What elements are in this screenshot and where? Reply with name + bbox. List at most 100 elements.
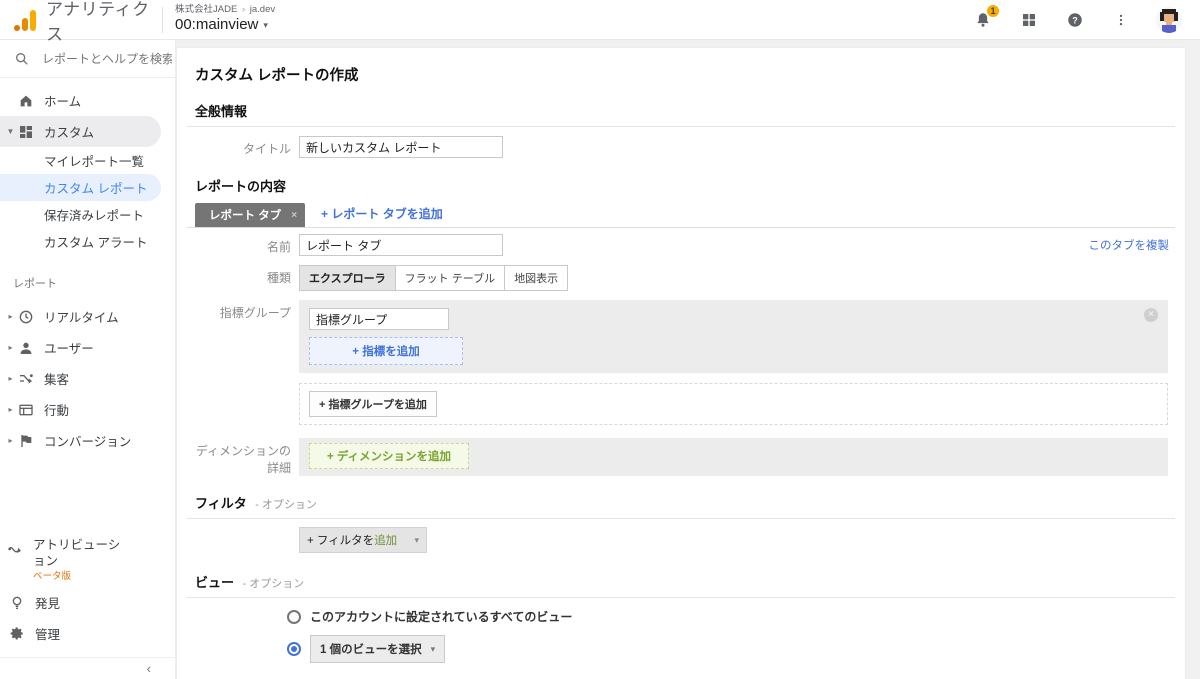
sidebar-item-saved-reports[interactable]: 保存済みレポート bbox=[0, 201, 161, 228]
content-card: カスタム レポートの作成 全般情報 タイトル レポートの内容 レポート タブ ×… bbox=[177, 48, 1185, 679]
sidebar-item-conversions[interactable]: ▸ コンバージョン bbox=[0, 425, 161, 456]
radio-select-views[interactable] bbox=[287, 642, 301, 656]
close-tab-icon[interactable]: × bbox=[291, 210, 297, 221]
product-name: アナリティクス bbox=[46, 0, 150, 44]
notifications-button[interactable]: 1 bbox=[972, 3, 1000, 31]
collapse-chevron-icon: ‹ bbox=[146, 661, 151, 676]
user-avatar[interactable] bbox=[1156, 6, 1182, 33]
chevron-down-icon: ▾ bbox=[430, 643, 436, 654]
help-icon: ? bbox=[1068, 12, 1082, 27]
view-select-dropdown[interactable]: 1 個のビューを選択 ▾ bbox=[310, 635, 446, 663]
sidebar-item-admin[interactable]: 管理 bbox=[0, 618, 161, 649]
add-metric-group-button[interactable]: + 指標グループを追加 bbox=[309, 391, 437, 417]
clock-icon bbox=[19, 310, 33, 323]
sidebar-item-custom-reports[interactable]: カスタム レポート bbox=[0, 174, 161, 201]
breadcrumb-account[interactable]: 株式会社JADE bbox=[175, 4, 237, 15]
tab-name-input[interactable] bbox=[299, 234, 503, 256]
metric-group-label: 指標グループ bbox=[219, 306, 291, 320]
sidebar-item-label: カスタム bbox=[44, 126, 95, 140]
expand-arrow-icon[interactable]: ▸ bbox=[5, 312, 16, 321]
radio-all-views-label: このアカウントに設定されているすべてのビュー bbox=[310, 610, 573, 624]
expand-arrow-icon[interactable]: ▸ bbox=[5, 436, 16, 445]
lightbulb-icon bbox=[12, 596, 22, 609]
expand-arrow-icon[interactable]: ▸ bbox=[5, 374, 16, 383]
kebab-menu-icon bbox=[1119, 14, 1123, 25]
person-icon bbox=[20, 342, 32, 354]
metric-group-add-zone: + 指標グループを追加 bbox=[299, 383, 1168, 425]
apps-button[interactable] bbox=[1018, 9, 1040, 31]
sidebar-item-custom[interactable]: ▼ カスタム bbox=[0, 116, 161, 147]
chevron-down-icon: ▾ bbox=[414, 534, 419, 545]
apps-grid-icon bbox=[1023, 13, 1035, 26]
dimension-label: ディメンションの詳細 bbox=[195, 444, 291, 475]
breadcrumb-property[interactable]: ja.dev bbox=[250, 4, 275, 15]
sidebar-collapse-button[interactable]: ‹ bbox=[0, 657, 175, 679]
add-metric-button[interactable]: + 指標を追加 bbox=[309, 337, 463, 365]
add-report-tab-link[interactable]: + レポート タブを追加 bbox=[321, 205, 443, 227]
search-icon bbox=[15, 52, 28, 65]
report-tab[interactable]: レポート タブ × bbox=[195, 203, 306, 227]
analytics-logo-icon bbox=[14, 9, 36, 31]
notification-badge: 1 bbox=[986, 3, 1000, 18]
sidebar-item-discover[interactable]: 発見 bbox=[0, 587, 161, 618]
sidebar-item-label: アトリビューション bbox=[33, 538, 121, 569]
filter-optional-label: - オプション bbox=[255, 499, 317, 511]
sidebar-item-acquisition[interactable]: ▸ 集客 bbox=[0, 363, 161, 394]
metric-group-name-input[interactable] bbox=[309, 308, 449, 330]
sidebar: ホーム ▼ カスタム マイレポート一覧 カスタム レポート 保存済みレポート カ… bbox=[0, 40, 176, 679]
acquisition-icon bbox=[20, 373, 33, 384]
report-title-input[interactable] bbox=[299, 136, 503, 158]
sidebar-item-audience[interactable]: ▸ ユーザー bbox=[0, 332, 161, 363]
metric-group-panel: + 指標を追加 × bbox=[299, 300, 1168, 373]
sidebar-item-custom-alerts[interactable]: カスタム アラート bbox=[0, 228, 161, 255]
collapse-arrow-icon[interactable]: ▼ bbox=[5, 127, 16, 136]
help-button[interactable]: ? bbox=[1064, 9, 1086, 31]
type-flat-table-button[interactable]: フラット テーブル bbox=[394, 265, 506, 291]
avatar-image bbox=[1156, 6, 1182, 33]
expand-arrow-icon[interactable]: ▸ bbox=[5, 343, 16, 352]
view-selector[interactable]: 00:mainview ▾ bbox=[175, 16, 275, 33]
section-view: ビュー bbox=[195, 575, 235, 590]
behavior-icon bbox=[19, 404, 33, 415]
sidebar-item-label: ホーム bbox=[44, 95, 82, 109]
sidebar-item-home[interactable]: ホーム bbox=[0, 85, 161, 116]
sidebar-item-my-reports[interactable]: マイレポート一覧 bbox=[0, 147, 161, 174]
chevron-down-icon: ▾ bbox=[263, 19, 268, 30]
report-tab-bar: レポート タブ × + レポート タブを追加 bbox=[187, 203, 1175, 228]
dimension-panel: + ディメンションを追加 bbox=[299, 438, 1168, 476]
type-explorer-button[interactable]: エクスプローラ bbox=[299, 265, 396, 291]
app-header: アナリティクス 株式会社JADE › ja.dev 00:mainview ▾ … bbox=[0, 0, 1200, 44]
beta-badge: ベータ版 bbox=[33, 570, 72, 582]
title-label: タイトル bbox=[242, 142, 291, 156]
add-dimension-button[interactable]: + ディメンションを追加 bbox=[309, 443, 469, 469]
duplicate-tab-link[interactable]: このタブを複製 bbox=[1089, 237, 1170, 253]
customization-icon bbox=[20, 125, 32, 138]
analytics-logo[interactable]: アナリティクス bbox=[0, 0, 150, 45]
remove-metric-group-icon[interactable]: × bbox=[1144, 308, 1158, 322]
sidebar-item-realtime[interactable]: ▸ リアルタイム bbox=[0, 301, 161, 332]
view-selector-label: 00:mainview bbox=[175, 16, 259, 34]
more-options-button[interactable] bbox=[1110, 9, 1132, 31]
sidebar-item-behavior[interactable]: ▸ 行動 bbox=[0, 394, 161, 425]
section-report-content: レポートの内容 bbox=[195, 179, 287, 194]
view-optional-label: - オプション bbox=[242, 578, 305, 590]
expand-arrow-icon[interactable]: ▸ bbox=[5, 405, 16, 414]
type-map-button[interactable]: 地図表示 bbox=[504, 265, 569, 291]
main-area: カスタム レポートの作成 全般情報 タイトル レポートの内容 レポート タブ ×… bbox=[176, 40, 1200, 679]
search-bar[interactable] bbox=[0, 40, 175, 78]
report-type-segment: エクスプローラ フラット テーブル 地図表示 bbox=[299, 265, 569, 291]
radio-all-views[interactable] bbox=[287, 609, 301, 624]
search-input[interactable] bbox=[42, 51, 172, 66]
section-general-info: 全般情報 bbox=[195, 104, 248, 119]
page-title: カスタム レポートの作成 bbox=[195, 68, 359, 84]
flag-icon bbox=[21, 434, 32, 447]
name-label: 名前 bbox=[266, 240, 291, 254]
home-icon bbox=[20, 95, 32, 106]
add-filter-dropdown[interactable]: + フィルタを 追加 ▾ bbox=[299, 527, 427, 553]
svg-text:?: ? bbox=[1072, 15, 1078, 25]
account-breadcrumb: 株式会社JADE › ja.dev 00:mainview ▾ bbox=[175, 4, 275, 33]
header-divider bbox=[162, 6, 163, 33]
sidebar-item-attribution[interactable]: アトリビューション ベータ版 bbox=[0, 531, 175, 587]
section-filter: フィルタ bbox=[195, 496, 247, 511]
sidebar-section-reports: レポート bbox=[13, 278, 57, 290]
